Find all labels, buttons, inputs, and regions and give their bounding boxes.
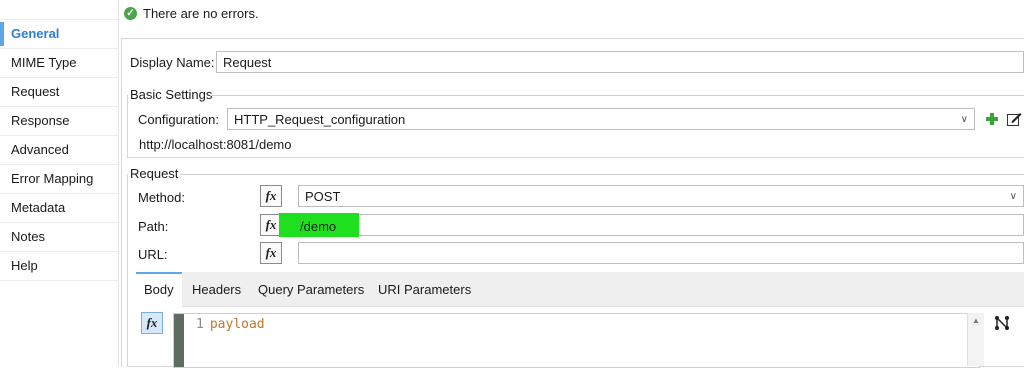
display-name-label: Display Name: (130, 55, 215, 70)
scroll-up-icon[interactable]: ▲ (972, 316, 980, 325)
path-input[interactable] (298, 214, 1024, 236)
chevron-down-icon: ∨ (960, 114, 968, 125)
method-value: POST (305, 189, 341, 204)
configuration-select[interactable]: HTTP_Request_configuration ∨ (227, 108, 975, 130)
transform-icon[interactable] (994, 315, 1010, 331)
tab-headers[interactable]: Headers (192, 272, 241, 306)
sidebar-item-notes[interactable]: Notes (0, 223, 118, 252)
sidebar-item-metadata[interactable]: Metadata (0, 194, 118, 223)
editor-content: payload (209, 317, 265, 332)
display-name-input[interactable]: Request (216, 51, 1024, 73)
configuration-value: HTTP_Request_configuration (234, 112, 406, 127)
check-circle-icon: ✓ (124, 7, 137, 20)
editor-line: 1 payload (196, 317, 265, 332)
request-tabs: Body Headers Query Parameters URI Parame… (136, 272, 1024, 308)
add-config-icon[interactable] (985, 112, 999, 126)
url-label: URL: (138, 247, 168, 262)
sidebar-item-help[interactable]: Help (0, 252, 118, 281)
validation-status: ✓ There are no errors. (124, 6, 259, 21)
sidebar-item-response[interactable]: Response (0, 107, 118, 136)
sidebar-nav: General MIME Type Request Response Advan… (0, 0, 119, 366)
editor-scrollbar[interactable]: ▲ (967, 313, 984, 366)
configuration-label: Configuration: (138, 112, 219, 127)
url-fx-button[interactable]: fx (260, 242, 282, 264)
sidebar-item-request[interactable]: Request (0, 78, 118, 107)
sidebar-top-spacer (0, 0, 118, 20)
status-message: There are no errors. (143, 6, 259, 21)
sidebar-item-error-mapping[interactable]: Error Mapping (0, 165, 118, 194)
tab-uri-parameters[interactable]: URI Parameters (378, 272, 471, 306)
sidebar-item-general[interactable]: General (0, 20, 118, 49)
url-input[interactable] (298, 242, 1024, 264)
tab-body[interactable]: Body (136, 272, 182, 308)
method-label: Method: (138, 190, 185, 205)
method-fx-button[interactable]: fx (260, 185, 282, 207)
sidebar-item-advanced[interactable]: Advanced (0, 136, 118, 165)
method-select[interactable]: POST ∨ (298, 185, 1024, 207)
edit-config-icon[interactable] (1006, 111, 1022, 127)
body-fx-button[interactable]: fx (141, 312, 163, 334)
connection-url-hint: http://localhost:8081/demo (139, 137, 292, 152)
path-value: /demo (300, 219, 337, 234)
body-editor[interactable]: 1 payload (173, 313, 980, 368)
chevron-down-icon: ∨ (1009, 191, 1017, 202)
path-label: Path: (138, 219, 169, 234)
status-bar: ✓ There are no errors. (118, 0, 1024, 30)
sidebar-item-mime-type[interactable]: MIME Type (0, 49, 118, 78)
tab-query-parameters[interactable]: Query Parameters (258, 272, 364, 306)
editor-gutter (174, 314, 184, 367)
line-number: 1 (196, 317, 204, 332)
